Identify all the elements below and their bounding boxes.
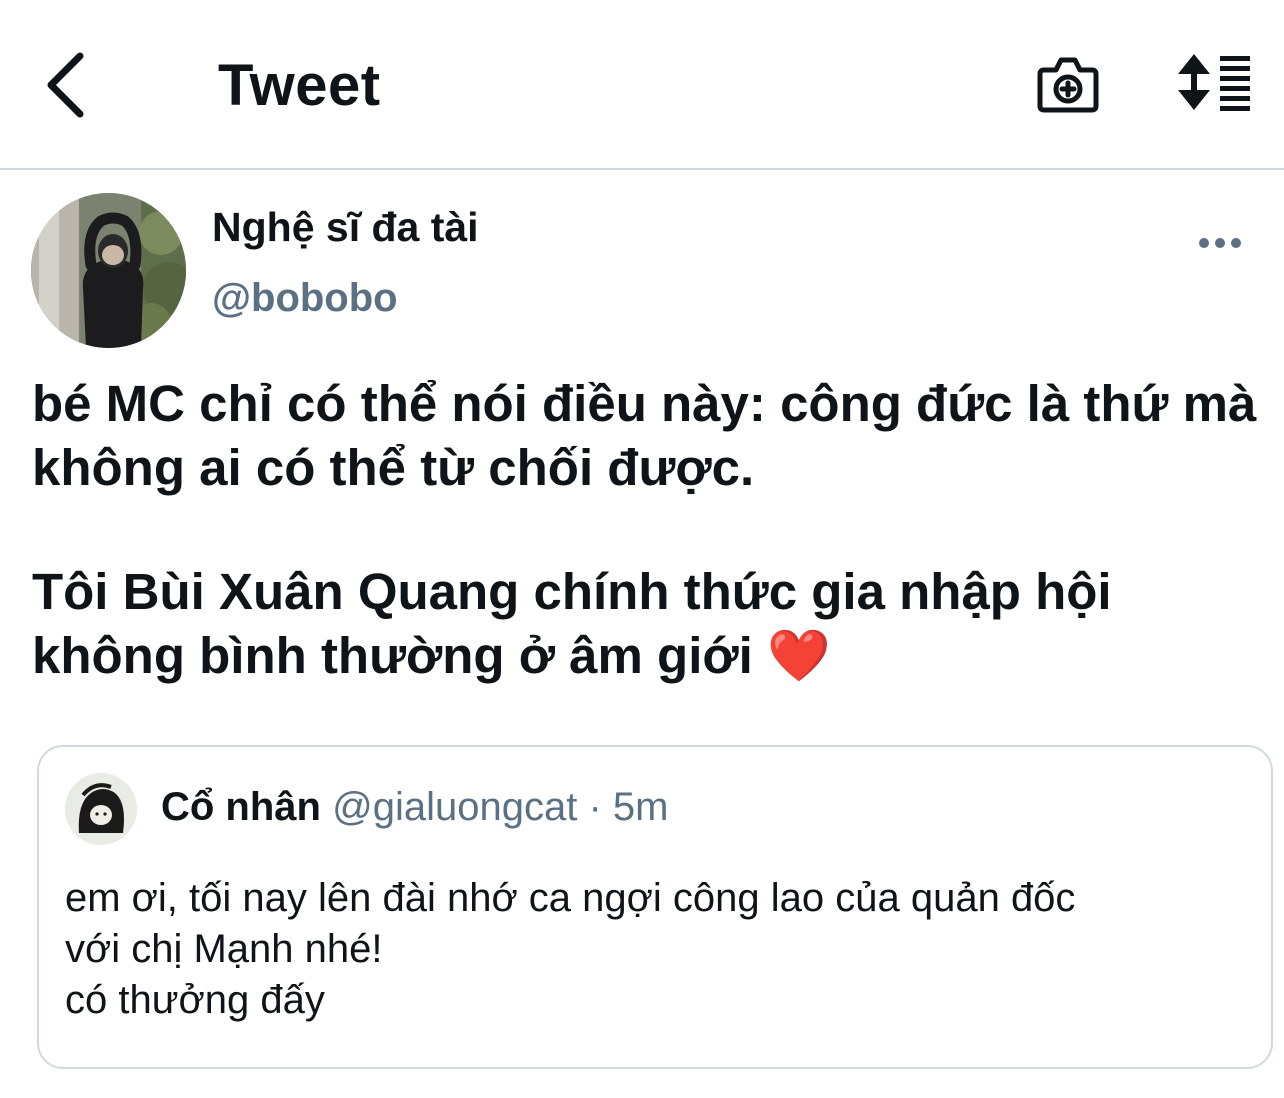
- quote-line: với chị Mạnh nhé!: [65, 927, 383, 971]
- author-avatar[interactable]: [31, 193, 186, 348]
- heart-emoji: ❤️: [766, 627, 831, 684]
- top-bar: Tweet: [0, 0, 1284, 170]
- sort-list-icon: [1178, 54, 1250, 111]
- quote-avatar: [65, 773, 137, 845]
- page-title: Tweet: [218, 53, 381, 118]
- back-button[interactable]: [40, 50, 100, 120]
- quote-header: Cổ nhân @gialuongcat · 5m: [161, 783, 668, 831]
- camera-plus-icon: [1037, 57, 1099, 113]
- quote-line: có thưởng đấy: [65, 978, 325, 1022]
- more-button[interactable]: [1196, 228, 1244, 258]
- author-handle[interactable]: @bobobo: [212, 276, 398, 321]
- tweet-paragraph: Tôi Bùi Xuân Quang chính thức gia nhập h…: [32, 560, 1272, 688]
- tweet-paragraph: bé MC chỉ có thể nói điều này: công đức …: [32, 375, 1257, 496]
- quote-line: em ơi, tối nay lên đài nhớ ca ngợi công …: [65, 876, 1076, 920]
- more-horizontal-icon: [1199, 238, 1241, 248]
- quote-text: em ơi, tối nay lên đài nhớ ca ngợi công …: [65, 873, 1245, 1026]
- quote-author-handle: @gialuongcat: [332, 785, 578, 829]
- camera-button[interactable]: [1036, 52, 1100, 116]
- tweet-text: bé MC chỉ có thể nói điều này: công đức …: [32, 372, 1272, 688]
- tweet-paragraph-text: Tôi Bùi Xuân Quang chính thức gia nhập h…: [32, 563, 1112, 684]
- quoted-tweet-card[interactable]: Cổ nhân @gialuongcat · 5m em ơi, tối nay…: [37, 745, 1273, 1069]
- sort-button[interactable]: [1174, 52, 1252, 112]
- avatar-photo: [31, 193, 186, 348]
- chevron-left-icon: [47, 52, 84, 118]
- quote-avatar-drawing: [65, 773, 137, 845]
- quote-separator: ·: [588, 785, 602, 829]
- author-name[interactable]: Nghệ sĩ đa tài: [212, 204, 479, 251]
- quote-author-name: Cổ nhân: [161, 785, 321, 829]
- quote-timestamp: 5m: [612, 785, 669, 829]
